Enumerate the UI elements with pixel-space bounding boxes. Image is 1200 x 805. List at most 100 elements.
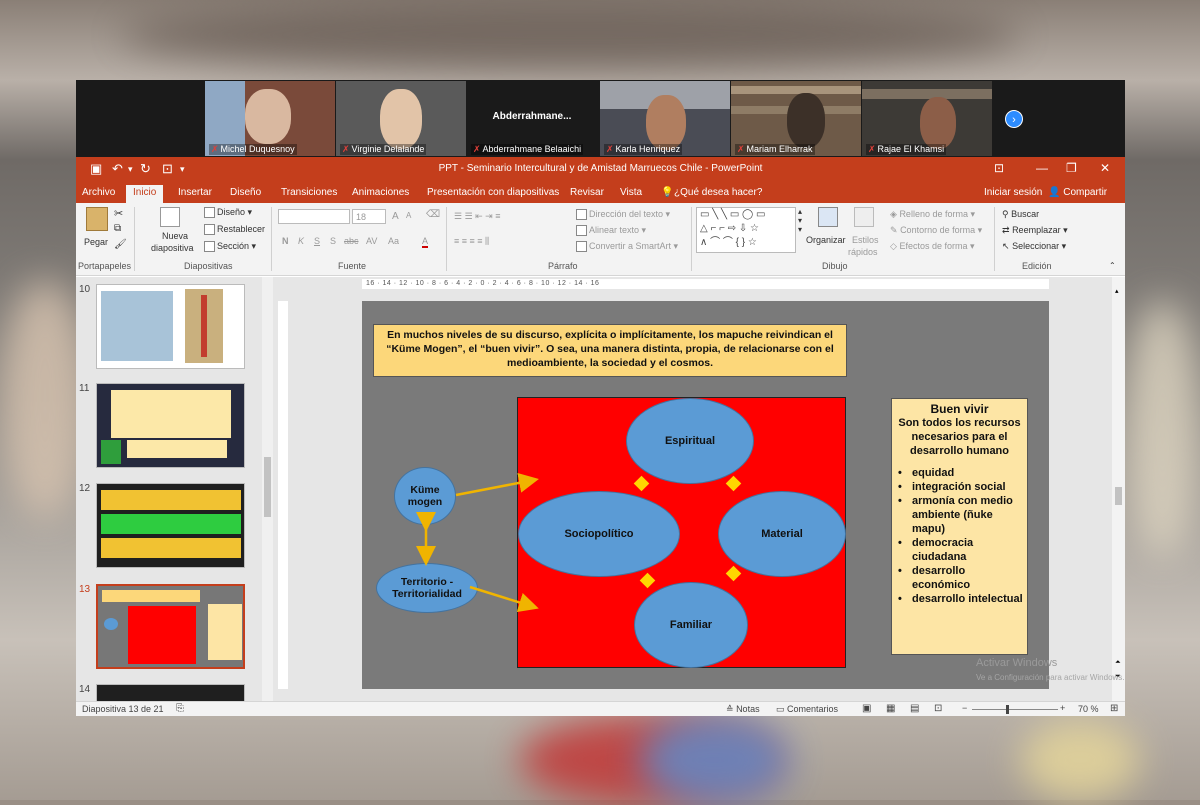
tab-diseno[interactable]: Diseño [230, 187, 261, 198]
clear-format-icon[interactable]: ⌫ [426, 209, 440, 220]
new-slide-button[interactable]: Nueva [162, 231, 188, 241]
char-spacing-button[interactable]: AV [366, 236, 377, 246]
italic-button[interactable]: K [298, 236, 304, 246]
slide-canvas[interactable]: En muchos niveles de su discurso, explíc… [362, 301, 1049, 689]
new-slide-button-label[interactable]: diapositiva [151, 243, 194, 253]
quick-styles-icon[interactable] [854, 207, 874, 227]
arrow-shape[interactable] [633, 475, 650, 492]
oval-territorio[interactable]: Territorio - Territorialidad [376, 563, 478, 613]
font-shrink-icon[interactable]: A [406, 211, 411, 220]
zoom-slider-thumb[interactable] [1006, 705, 1009, 714]
tab-archivo[interactable]: Archivo [82, 187, 115, 198]
align-text-button[interactable]: Alinear texto ▾ [576, 225, 646, 237]
arrow-shape[interactable] [725, 565, 742, 582]
tab-animaciones[interactable]: Animaciones [352, 187, 409, 198]
spellcheck-icon[interactable]: ⎘ [176, 703, 184, 714]
prev-slide-icon[interactable]: ⏶ [1115, 659, 1121, 667]
oval-kume-mogen[interactable]: Küme mogen [394, 467, 456, 525]
close-icon[interactable]: ✕ [1100, 161, 1110, 175]
replace-button[interactable]: ⇄ Reemplazar ▾ [1002, 225, 1068, 236]
shapes-scroll-icon[interactable]: ▴ ▾ ▾ [798, 207, 802, 234]
section-button[interactable]: Sección ▾ [204, 241, 256, 253]
reset-button[interactable]: Restablecer [204, 224, 265, 236]
align-icons[interactable]: ≡ ≡ ≡ ≡ ⫼ [454, 236, 489, 247]
comments-button[interactable]: ▭ Comentarios [776, 704, 838, 715]
tell-me-search[interactable]: ¿Qué desea hacer? [674, 187, 762, 198]
tab-revisar[interactable]: Revisar [570, 187, 604, 198]
underline-button[interactable]: S [314, 236, 320, 246]
oval-material[interactable]: Material [718, 491, 846, 577]
video-tile[interactable]: ✗ Michel Duquesnoy [205, 81, 335, 156]
tab-transiciones[interactable]: Transiciones [281, 187, 337, 198]
reading-view-icon[interactable]: ▤ [910, 703, 919, 714]
restore-icon[interactable]: ❐ [1066, 161, 1077, 175]
scroll-thumb[interactable] [264, 457, 271, 517]
shape-outline-button[interactable]: ✎ Contorno de forma ▾ [890, 225, 982, 236]
video-tile[interactable]: Abderrahmane... ✗ Abderrahmane Belaaichi [467, 81, 597, 156]
zoom-slider[interactable] [972, 709, 1058, 710]
oval-espiritual[interactable]: Espiritual [626, 398, 754, 484]
strikethrough-button[interactable]: abc [344, 236, 359, 246]
video-tile[interactable]: ✗ Virginie Delalande [336, 81, 466, 156]
editor-scrollbar[interactable]: ▴ ⏶ ⏷ [1112, 277, 1125, 701]
arrow-shape[interactable] [725, 475, 742, 492]
oval-sociopolitico[interactable]: Sociopolítico [518, 491, 680, 577]
slide-thumbnail[interactable] [96, 684, 245, 701]
tab-insertar[interactable]: Insertar [178, 187, 212, 198]
format-painter-icon[interactable]: 🖌 [114, 239, 127, 250]
find-button[interactable]: ⚲ Buscar [1002, 209, 1039, 220]
collapse-ribbon-icon[interactable]: ⌃ [1109, 261, 1116, 270]
font-color-button[interactable]: A [422, 236, 429, 248]
smartart-button[interactable]: Convertir a SmartArt ▾ [576, 241, 678, 253]
quote-textbox[interactable]: En muchos niveles de su discurso, explíc… [373, 324, 847, 377]
shape-effects-button[interactable]: ◇ Efectos de forma ▾ [890, 241, 975, 252]
ribbon-options-icon[interactable]: ⊡ [994, 161, 1004, 175]
zoom-in-icon[interactable]: + [1060, 703, 1065, 713]
red-background-rectangle[interactable]: Espiritual Sociopolítico Material Famili… [517, 397, 846, 668]
bold-button[interactable]: N [282, 236, 289, 246]
cut-icon[interactable]: ✂ [114, 207, 123, 220]
shapes-gallery[interactable]: ▭ ╲ ╲ ▭ ◯ ▭ △ ⌐ ⌐ ⇨ ⇩ ☆ ∧ ⌒ ⌒ { } ☆ [696, 207, 796, 253]
tab-vista[interactable]: Vista [620, 187, 642, 198]
shape-fill-button[interactable]: ◈ Relleno de forma ▾ [890, 209, 975, 220]
thumbnail-scrollbar[interactable] [262, 277, 273, 701]
slide-thumbnail-selected[interactable] [96, 584, 245, 669]
sorter-view-icon[interactable]: ▦ [886, 703, 895, 714]
slide-thumbnail[interactable] [96, 383, 245, 468]
paste-button[interactable]: Pegar [84, 237, 108, 247]
change-case-button[interactable]: Aa [388, 236, 399, 246]
font-family-select[interactable] [278, 209, 350, 224]
minimize-icon[interactable]: — [1036, 161, 1048, 175]
normal-view-icon[interactable]: ▣ [862, 703, 871, 714]
arrow-shape[interactable] [639, 572, 656, 589]
video-tile[interactable]: ✗ Mariam Elharrak [731, 81, 861, 156]
slideshow-view-icon[interactable]: ⊡ [934, 703, 942, 714]
font-size-select[interactable]: 18 [352, 209, 386, 224]
paste-icon[interactable] [86, 207, 108, 231]
video-tile[interactable]: ✗ Rajae El Khamsi [862, 81, 992, 156]
shadow-button[interactable]: S [330, 236, 336, 246]
text-direction-button[interactable]: Dirección del texto ▾ [576, 209, 670, 221]
font-grow-icon[interactable]: A [392, 211, 399, 222]
new-slide-icon[interactable] [160, 207, 180, 227]
next-page-arrow-icon[interactable]: › [1005, 110, 1023, 128]
arrange-button[interactable]: Organizar [806, 235, 846, 245]
notes-button[interactable]: ≙ Notas [726, 704, 760, 715]
fit-slide-icon[interactable]: ⊞ [1110, 703, 1118, 714]
scroll-up-icon[interactable]: ▴ [1115, 287, 1119, 295]
sign-in-link[interactable]: Iniciar sesión [984, 187, 1042, 198]
select-button[interactable]: ↖ Seleccionar ▾ [1002, 241, 1066, 252]
copy-icon[interactable]: ⧉ [114, 223, 121, 234]
scroll-thumb[interactable] [1115, 487, 1122, 505]
oval-familiar[interactable]: Familiar [634, 582, 748, 668]
share-button[interactable]: 👤 Compartir [1048, 187, 1107, 198]
tab-inicio[interactable]: Inicio [126, 185, 164, 203]
zoom-level[interactable]: 70 % [1078, 704, 1099, 714]
video-tile[interactable]: ✗ Karla Henriquez [600, 81, 730, 156]
layout-button[interactable]: Diseño ▾ [204, 207, 252, 219]
buen-vivir-textbox[interactable]: Buen vivir Son todos los recursos necesa… [891, 398, 1028, 655]
quick-styles-button[interactable]: Estilos [852, 235, 879, 245]
slide-thumbnail[interactable] [96, 483, 245, 568]
arrange-icon[interactable] [818, 207, 838, 227]
zoom-out-icon[interactable]: − [962, 703, 967, 713]
